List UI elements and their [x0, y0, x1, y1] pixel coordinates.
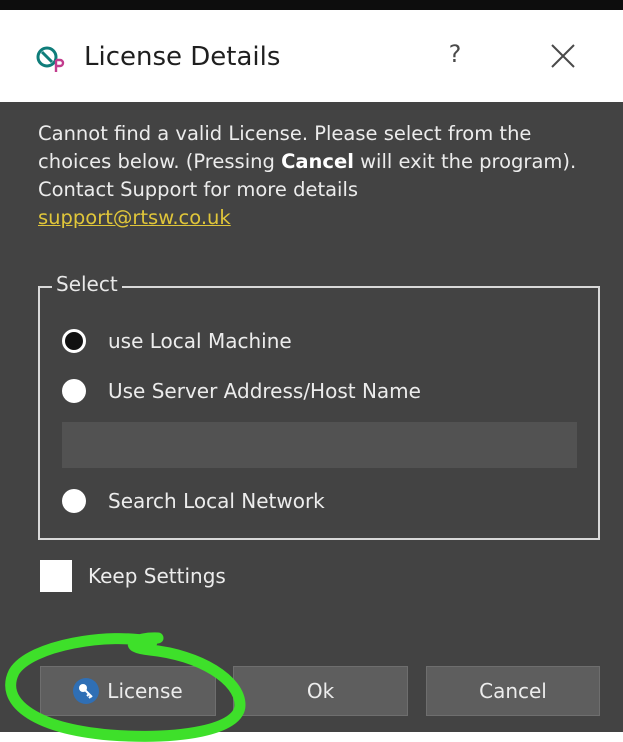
- radio-label: Use Server Address/Host Name: [108, 379, 421, 403]
- keep-settings-checkbox-row[interactable]: Keep Settings: [40, 558, 226, 594]
- license-button[interactable]: License: [40, 666, 216, 716]
- select-group-legend: Select: [52, 272, 122, 296]
- keep-settings-label: Keep Settings: [88, 564, 226, 588]
- radio-button[interactable]: [62, 489, 86, 513]
- dialog-title: License Details: [84, 42, 281, 72]
- keep-settings-checkbox[interactable]: [40, 560, 72, 592]
- server-address-input[interactable]: [62, 422, 577, 468]
- radio-label: use Local Machine: [108, 329, 292, 353]
- cancel-button[interactable]: Cancel: [426, 666, 600, 716]
- support-email-link[interactable]: support@rtsw.co.uk: [38, 206, 231, 229]
- radio-button-checked[interactable]: [62, 329, 86, 353]
- screenshot-frame: License Details ? Cannot find a valid Li…: [0, 0, 623, 742]
- help-button[interactable]: ?: [444, 40, 466, 72]
- license-message: Cannot find a valid License. Please sele…: [38, 120, 598, 232]
- close-icon[interactable]: [548, 40, 578, 72]
- radio-label: Search Local Network: [108, 489, 325, 513]
- message-cancel-bold: Cancel: [281, 150, 354, 173]
- radio-button[interactable]: [62, 379, 86, 403]
- license-button-label: License: [107, 679, 183, 703]
- radio-option-search-network[interactable]: Search Local Network: [62, 484, 325, 518]
- ok-button[interactable]: Ok: [233, 666, 408, 716]
- key-icon: [73, 678, 100, 704]
- radio-option-local-machine[interactable]: use Local Machine: [62, 324, 292, 358]
- radio-option-server-address[interactable]: Use Server Address/Host Name: [62, 374, 421, 408]
- app-logo-icon: [36, 46, 65, 72]
- title-bar: License Details ?: [0, 10, 623, 102]
